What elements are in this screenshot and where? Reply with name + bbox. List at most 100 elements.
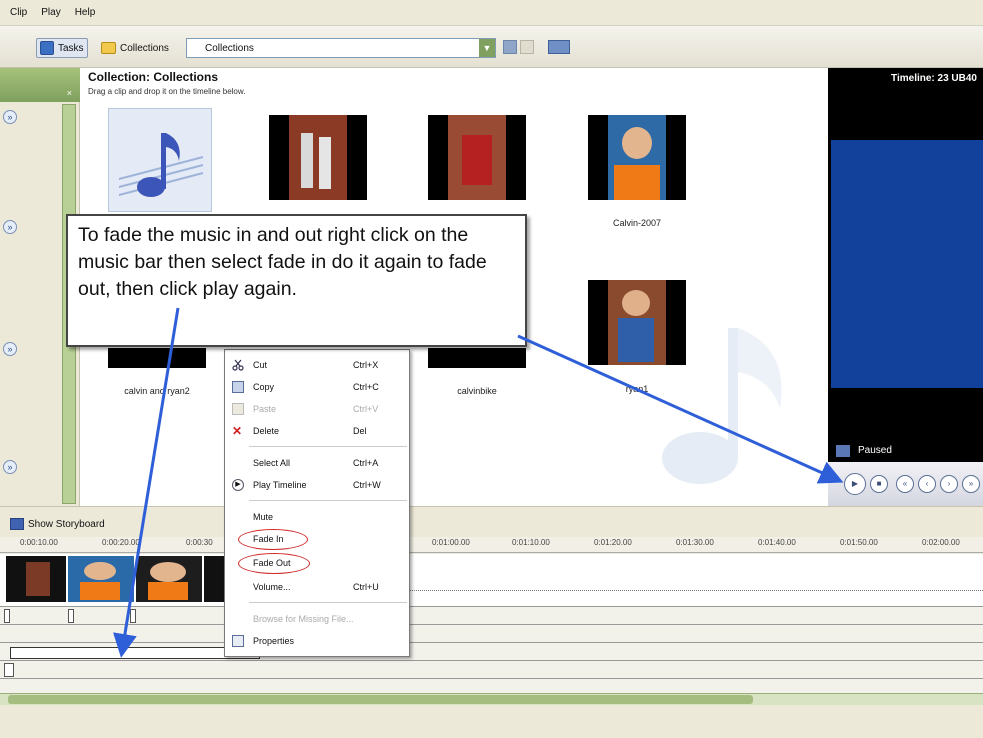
menu-item-delete[interactable]: ✕ Delete Del — [225, 420, 409, 442]
next-frame-icon[interactable]: › — [940, 475, 958, 493]
forward-icon[interactable]: » — [962, 475, 980, 493]
monitor-icon — [836, 445, 850, 457]
menu-item-play-timeline[interactable]: ▶ Play Timeline Ctrl+W — [225, 474, 409, 496]
timeline-pane: Show Storyboard 0:00:10.00 0:00:20.00 0:… — [0, 506, 983, 738]
menu-item-label: Play Timeline — [253, 480, 307, 490]
timeline-clip[interactable] — [204, 556, 224, 602]
clip-label: Calvin-2007 — [612, 218, 662, 228]
menu-item-browse-missing-file: Browse for Missing File... — [225, 608, 409, 630]
clip-thumbnail[interactable] — [428, 348, 526, 368]
context-menu: Cut Ctrl+X Copy Ctrl+C Paste Ctrl+V ✕ De… — [224, 349, 410, 657]
close-icon[interactable]: × — [67, 88, 72, 98]
up-folder-icon[interactable] — [503, 40, 517, 54]
menu-item-label: Paste — [253, 404, 277, 414]
shortcut-label: Ctrl+A — [353, 458, 379, 468]
menu-item-label: Delete — [253, 426, 280, 436]
ruler-tick: 0:01:20.00 — [594, 538, 632, 547]
menu-item-label: Browse for Missing File... — [253, 614, 354, 624]
shortcut-label: Ctrl+V — [353, 404, 379, 414]
toolbar: Tasks Collections Collections ▼ — [0, 26, 983, 68]
empty-track — [0, 678, 983, 693]
menu-item-label: Copy — [253, 382, 275, 392]
show-storyboard-label: Show Storyboard — [28, 518, 105, 530]
menu-item-select-all[interactable]: Select All Ctrl+A — [225, 452, 409, 474]
storyboard-icon — [10, 518, 24, 530]
menu-separator — [249, 446, 407, 447]
expand-icon[interactable]: » — [3, 460, 17, 474]
transition-track[interactable] — [0, 606, 983, 624]
collection-subtitle: Drag a clip and drop it on the timeline … — [88, 87, 246, 96]
expand-icon[interactable]: » — [3, 342, 17, 356]
collections-label: Collections — [120, 42, 169, 54]
preview-controls: ▶ ■ « ‹ › » — [828, 462, 983, 506]
shortcut-label: Ctrl+W — [353, 480, 381, 490]
ruler-tick: 0:01:50.00 — [840, 538, 878, 547]
menu-item-cut[interactable]: Cut Ctrl+X — [225, 354, 409, 376]
music-note-icon — [118, 133, 204, 197]
video-track[interactable] — [0, 554, 983, 606]
previous-frame-icon[interactable]: ‹ — [918, 475, 936, 493]
stop-icon[interactable]: ■ — [870, 475, 888, 493]
menu-item-volume[interactable]: Volume... Ctrl+U — [225, 576, 409, 598]
collection-dropdown-value: Collections — [205, 42, 254, 54]
menu-item-properties[interactable]: Properties — [225, 630, 409, 652]
preview-status-text: Paused — [858, 445, 892, 456]
collection-title: Collection: Collections — [88, 70, 219, 84]
shortcut-label: Ctrl+X — [353, 360, 379, 370]
tasks-button[interactable]: Tasks — [36, 38, 88, 58]
collections-button[interactable]: Collections — [98, 38, 172, 58]
ruler-tick: 0:01:00.00 — [432, 538, 470, 547]
clip-thumbnail[interactable] — [588, 115, 686, 200]
views-icon[interactable] — [548, 40, 570, 54]
music-bar[interactable] — [10, 647, 260, 659]
shortcut-label: Del — [353, 426, 367, 436]
timeline-scrollbar[interactable] — [0, 693, 983, 705]
preview-monitor: Timeline: 23 UB40 Paused ▶ ■ « ‹ › » — [828, 68, 983, 506]
new-folder-icon[interactable] — [520, 40, 534, 54]
copy-icon — [232, 381, 244, 393]
ruler-tick: 0:02:00.00 — [922, 538, 960, 547]
chevron-down-icon[interactable]: ▼ — [479, 39, 495, 57]
expand-icon[interactable]: » — [3, 220, 17, 234]
menu-item-mute[interactable]: Mute — [225, 506, 409, 528]
scrollbar-thumb[interactable] — [8, 695, 753, 704]
timeline-ruler[interactable]: 0:00:10.00 0:00:20.00 0:00:30 0:01:00.00… — [0, 537, 983, 553]
clip-thumbnail[interactable] — [108, 348, 206, 368]
menu-item-label: Volume... — [253, 582, 291, 592]
rewind-icon[interactable]: « — [896, 475, 914, 493]
ruler-tick: 0:00:20.00 — [102, 538, 140, 547]
preview-video — [831, 140, 983, 388]
timeline-clip[interactable] — [136, 556, 202, 602]
menu-play[interactable]: Play — [41, 7, 60, 18]
menu-item-copy[interactable]: Copy Ctrl+C — [225, 376, 409, 398]
clip-label: calvin and ryan2 — [124, 386, 190, 396]
highlight-ellipse-fade-out — [238, 553, 310, 574]
menu-clip[interactable]: Clip — [10, 7, 27, 18]
timeline-clip[interactable] — [6, 556, 66, 602]
show-storyboard-button[interactable]: Show Storyboard — [10, 515, 105, 533]
clip-thumbnail[interactable] — [269, 115, 367, 200]
audio-track[interactable] — [0, 624, 983, 642]
clip-label: calvinbike — [457, 386, 497, 396]
audio-music-track[interactable] — [0, 642, 983, 660]
shortcut-label: Ctrl+U — [353, 582, 379, 592]
music-watermark-icon — [662, 328, 782, 484]
track-divider — [410, 590, 983, 591]
timeline-clip[interactable] — [68, 556, 134, 602]
collection-dropdown[interactable]: Collections ▼ — [186, 38, 496, 58]
clip-thumbnail[interactable] — [428, 115, 526, 200]
ruler-tick: 0:00:30 — [186, 538, 213, 547]
menu-item-label: Select All — [253, 458, 291, 468]
ruler-tick: 0:01:10.00 — [512, 538, 550, 547]
clip-thumbnail-music[interactable] — [108, 108, 212, 212]
paste-icon — [232, 403, 244, 415]
expand-icon[interactable]: » — [3, 110, 17, 124]
scissors-icon — [232, 359, 244, 371]
menu-item-paste: Paste Ctrl+V — [225, 398, 409, 420]
menu-help[interactable]: Help — [75, 7, 96, 18]
highlight-ellipse-fade-in — [238, 529, 308, 550]
preview-screen — [828, 90, 983, 440]
title-overlay-track[interactable] — [0, 660, 983, 678]
play-icon[interactable]: ▶ — [844, 473, 866, 495]
properties-icon — [232, 635, 244, 647]
